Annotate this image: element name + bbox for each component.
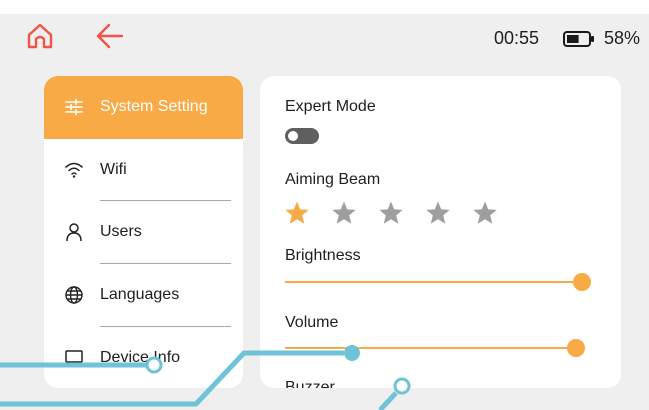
- monitor-icon: [65, 350, 83, 367]
- sidebar-item-device-info[interactable]: Device Info: [44, 327, 243, 388]
- battery-icon: [563, 31, 594, 47]
- globe-icon: [65, 286, 83, 304]
- sidebar-item-label: System Setting: [100, 98, 208, 115]
- sidebar-item-system-setting[interactable]: System Setting: [44, 76, 243, 139]
- clock-time: 00:55: [494, 28, 540, 48]
- toggle-knob: [288, 131, 298, 141]
- expert-mode-toggle[interactable]: [285, 128, 319, 144]
- star-icon[interactable]: [425, 200, 451, 226]
- sidebar-item-wifi[interactable]: Wifi: [44, 139, 243, 201]
- sidebar-item-languages[interactable]: Languages: [44, 264, 243, 326]
- star-icon[interactable]: [378, 200, 404, 226]
- slider-track: [285, 347, 576, 349]
- sidebar-item-users[interactable]: Users: [44, 201, 243, 263]
- settings-panel: Expert Mode Aiming Beam Brightness Volum…: [260, 76, 621, 388]
- home-icon[interactable]: [26, 22, 54, 50]
- star-icon[interactable]: [472, 200, 498, 226]
- slider-thumb[interactable]: [566, 339, 585, 357]
- user-icon: [66, 223, 82, 242]
- expert-mode-label: Expert Mode: [285, 98, 376, 115]
- sidebar-item-label: Device Info: [100, 349, 181, 366]
- star-icon[interactable]: [331, 200, 357, 226]
- brightness-slider[interactable]: [285, 272, 601, 292]
- sidebar-item-label: Wifi: [100, 161, 127, 178]
- buzzer-label: Buzzer: [285, 379, 335, 388]
- volume-slider[interactable]: [285, 338, 601, 358]
- back-arrow-icon[interactable]: [96, 22, 124, 50]
- volume-label: Volume: [285, 314, 339, 331]
- sidebar-item-label: Users: [100, 223, 142, 240]
- slider-thumb[interactable]: [572, 273, 591, 291]
- top-strip: [0, 0, 649, 14]
- settings-sidebar: System Setting Wifi Users Languages Devi…: [44, 76, 243, 388]
- aiming-beam-label: Aiming Beam: [285, 171, 381, 188]
- battery-percentage: 58%: [604, 28, 641, 48]
- slider-track: [285, 281, 582, 283]
- sliders-icon: [65, 98, 83, 116]
- aiming-beam-rating: [284, 200, 514, 226]
- sidebar-item-label: Languages: [100, 286, 180, 303]
- star-icon[interactable]: [284, 200, 310, 226]
- wifi-icon: [65, 162, 83, 178]
- brightness-label: Brightness: [285, 247, 361, 264]
